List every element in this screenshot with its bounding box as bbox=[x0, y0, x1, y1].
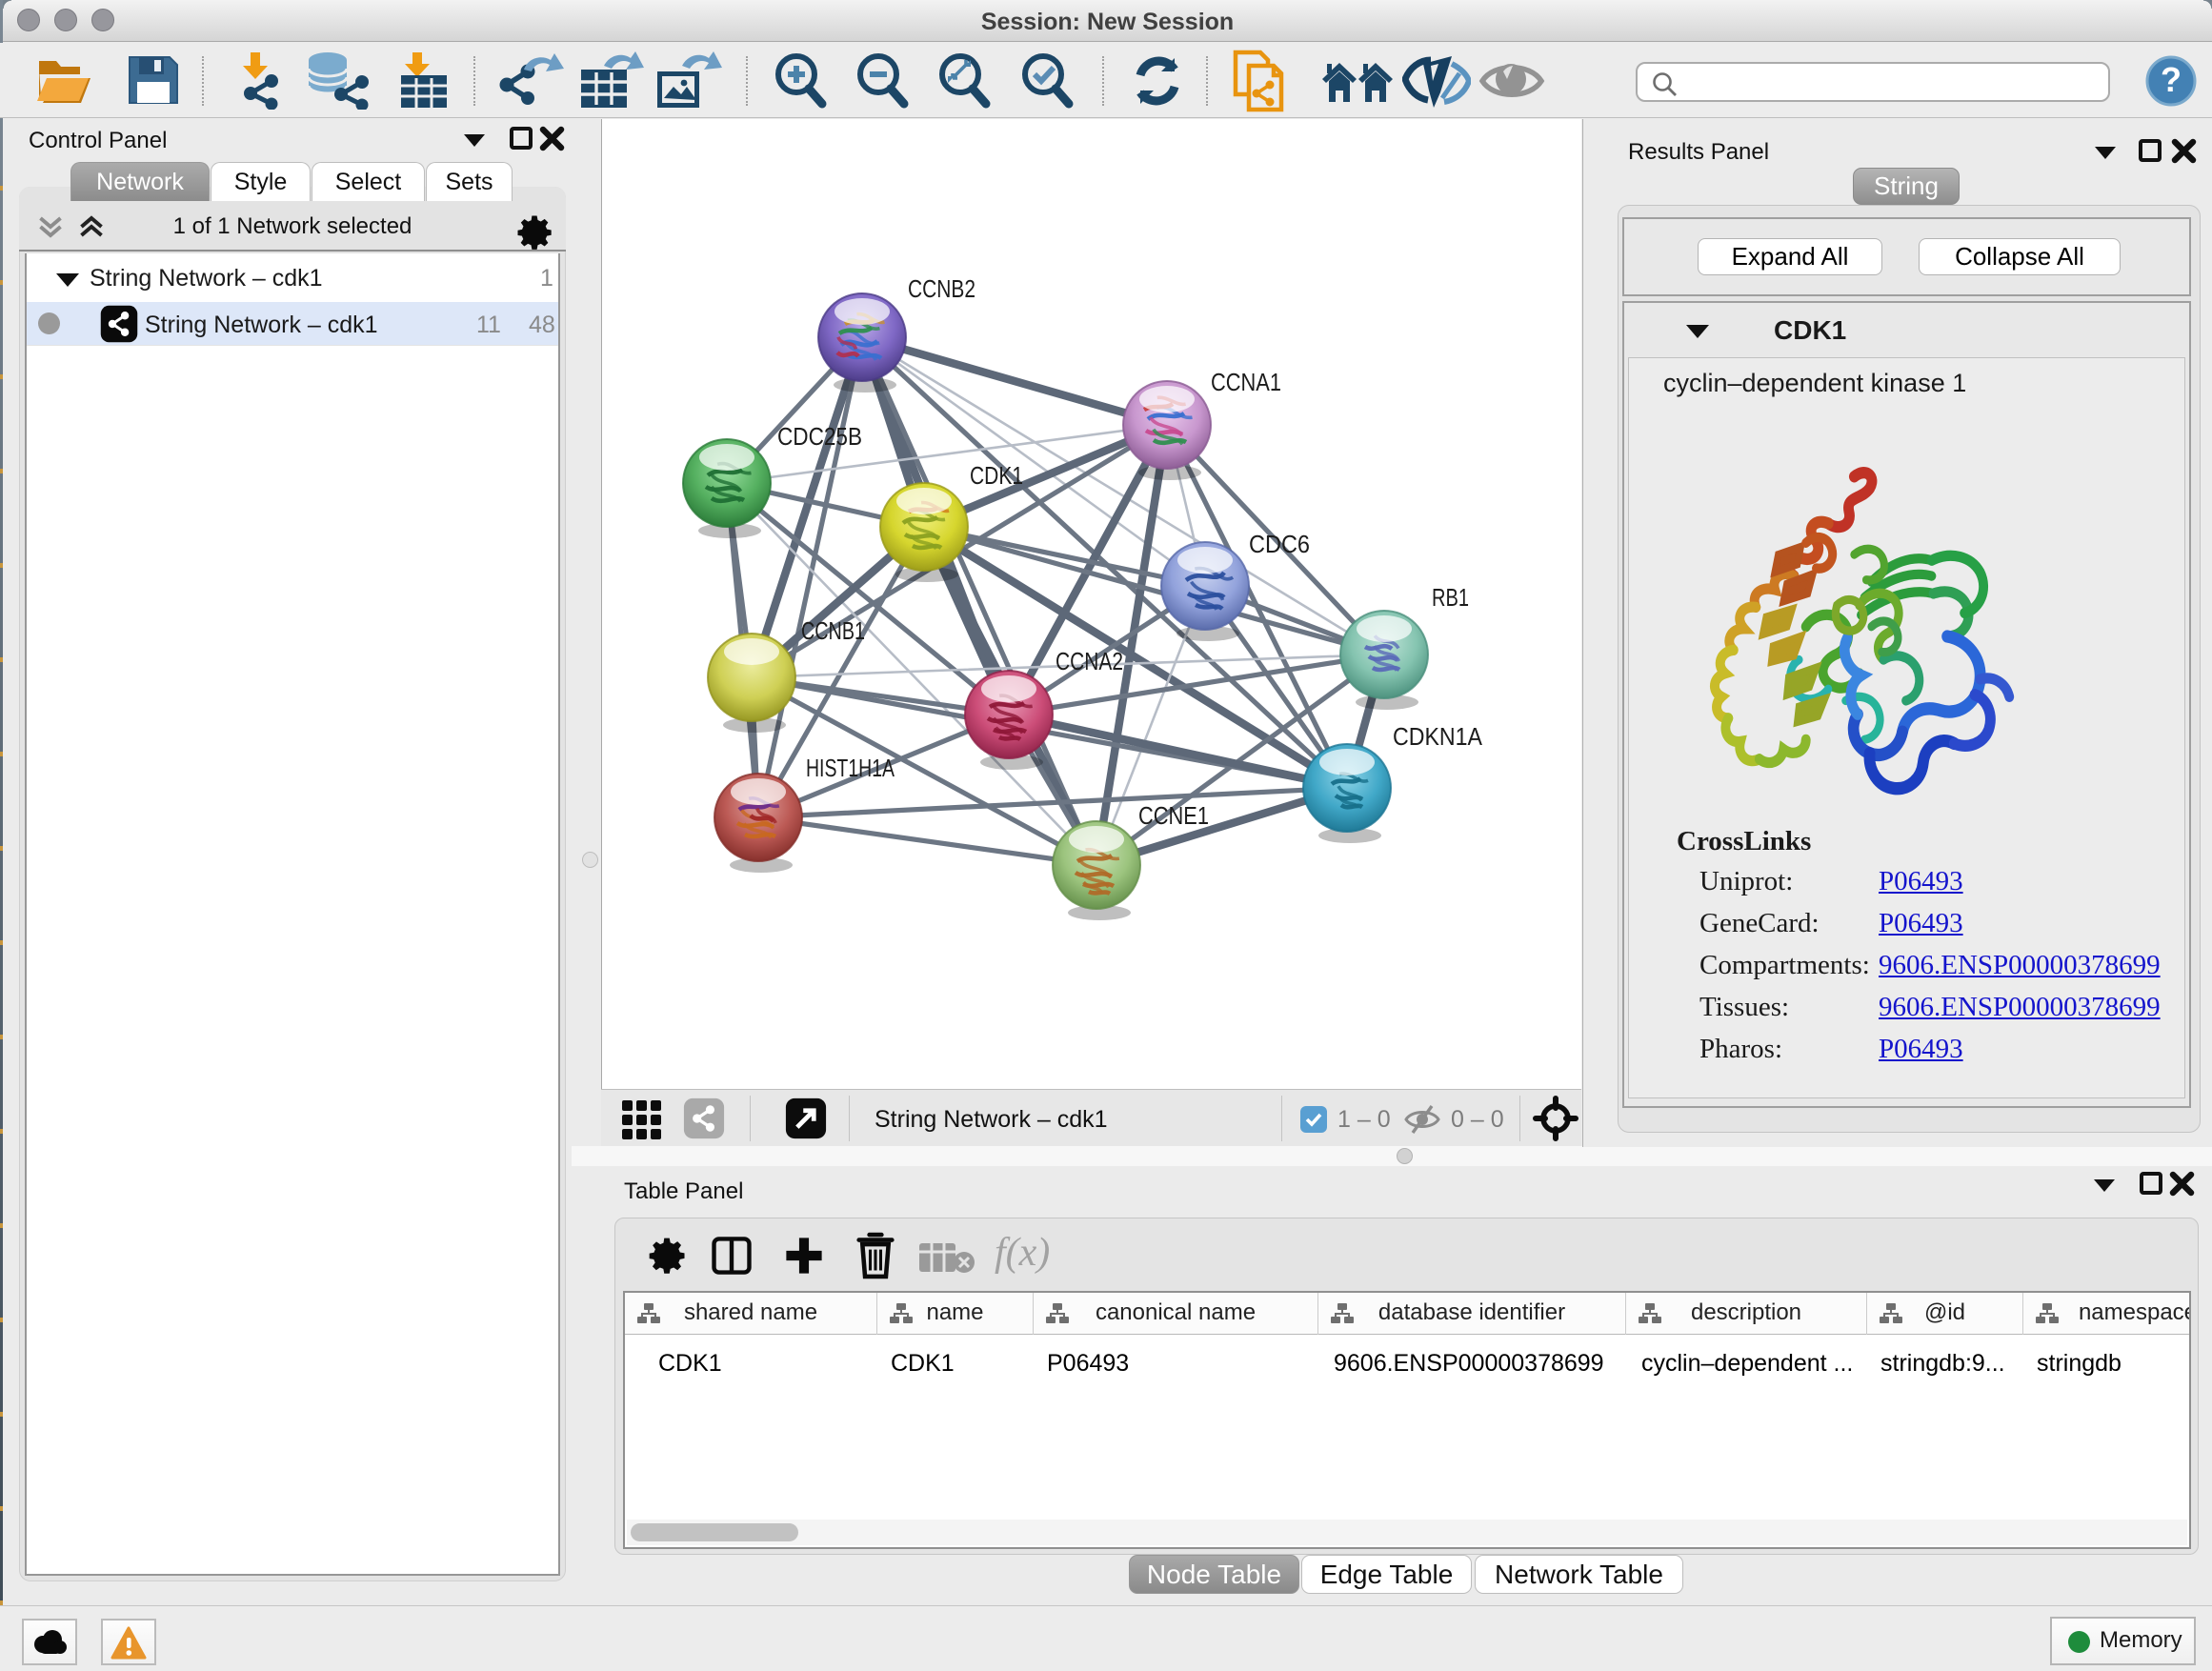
svg-text:CDKN1A: CDKN1A bbox=[1393, 722, 1483, 751]
svg-text:CDC6: CDC6 bbox=[1249, 530, 1310, 558]
svg-text:HIST1H1A: HIST1H1A bbox=[806, 754, 895, 782]
svg-text:CDC25B: CDC25B bbox=[777, 422, 862, 451]
svg-text:CCNB2: CCNB2 bbox=[908, 274, 975, 303]
svg-text:RB1: RB1 bbox=[1432, 583, 1469, 612]
svg-text:CDK1: CDK1 bbox=[970, 461, 1023, 490]
svg-text:CCNE1: CCNE1 bbox=[1138, 801, 1209, 830]
svg-text:CCNA1: CCNA1 bbox=[1211, 368, 1281, 396]
svg-text:CCNB1: CCNB1 bbox=[801, 616, 865, 645]
svg-text:?: ? bbox=[2161, 60, 2182, 99]
svg-text:CCNA2: CCNA2 bbox=[1056, 647, 1123, 675]
